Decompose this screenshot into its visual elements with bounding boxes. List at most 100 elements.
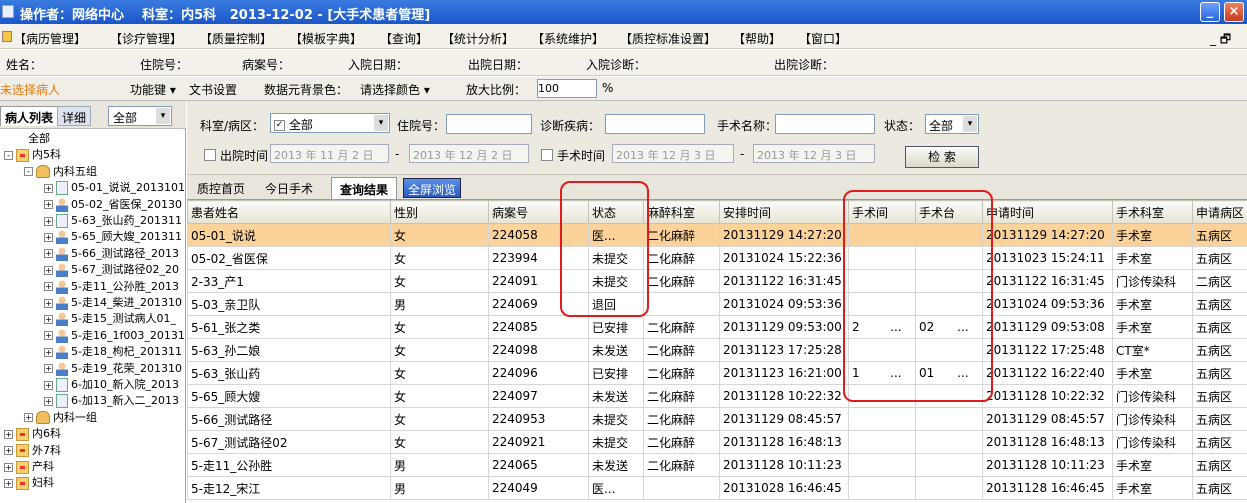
dept-select[interactable]: ✓ 全部 ▾ <box>270 113 390 133</box>
tree-node[interactable]: - 内科五组 <box>0 164 97 180</box>
doc-settings-button[interactable]: 文书设置 <box>189 81 237 98</box>
table-row[interactable]: 5-66_测试路径女 2240953 未提交 二化麻醉 20131129 08:45:5… <box>187 407 1247 431</box>
patient-filter-select[interactable]: 全部 ▾ <box>108 106 172 126</box>
surgery-name-input[interactable] <box>775 114 875 134</box>
expand-icon[interactable]: + <box>44 183 53 193</box>
column-header[interactable]: 申请病区 <box>1192 200 1247 224</box>
table-row[interactable]: 5-03_亲卫队男 224069 退回 20131024 09:53:36 201310… <box>187 292 1247 316</box>
menu-help[interactable]: 【帮助】 <box>733 30 781 47</box>
expand-icon[interactable]: + <box>4 478 13 488</box>
tree-node[interactable]: 全部 <box>0 131 50 147</box>
table-row[interactable]: 5-61_张之类女 224085 已安排 二化麻醉 20131129 09:53:00 2… <box>187 315 1247 339</box>
tree-node[interactable]: + 产科 <box>0 459 54 475</box>
tree-node[interactable]: +6-加10_新入院_2013 <box>0 377 179 393</box>
menu-diagnosis[interactable]: 【诊疗管理】 <box>110 30 182 47</box>
tab-qc-home[interactable]: 质控首页 <box>189 177 253 199</box>
column-header[interactable]: 麻醉科室 <box>643 200 720 224</box>
search-button[interactable]: 检 索 <box>905 146 979 168</box>
expand-icon[interactable]: + <box>24 413 33 423</box>
expand-icon[interactable]: + <box>44 396 53 406</box>
table-row[interactable]: 5-65_顾大嫂女 224097 未发送 二化麻醉 20131128 10:22:32 2… <box>187 384 1247 408</box>
tree-node[interactable]: +05-02_省医保_20130 <box>0 197 182 213</box>
tree-node[interactable]: +05-01_说说_2013101 <box>0 180 184 196</box>
expand-icon[interactable]: + <box>4 446 13 456</box>
expand-icon[interactable]: + <box>44 331 53 341</box>
minimize-button[interactable]: _ <box>1200 2 1220 22</box>
table-cell: 20131024 09:53:36 <box>719 292 849 316</box>
column-header[interactable]: 申请时间 <box>982 200 1113 224</box>
table-row[interactable]: 05-01_说说女 224058 医... 二化麻醉 20131129 14:27:20… <box>187 223 1247 247</box>
tree-node[interactable]: + 内6科 <box>0 426 61 442</box>
mdi-controls[interactable]: _ 🗗 <box>1210 30 1231 51</box>
column-header[interactable]: 性别 <box>390 200 489 224</box>
expand-icon[interactable]: + <box>4 462 13 472</box>
menu-medical-record[interactable]: 【病历管理】 <box>14 30 86 47</box>
patient-icon <box>56 361 68 376</box>
tree-node[interactable]: +5-走19_花荣_201310 <box>0 361 182 377</box>
discharge-time-checkbox[interactable] <box>204 149 216 161</box>
close-button[interactable]: × <box>1224 2 1244 22</box>
expand-icon[interactable]: + <box>44 347 53 357</box>
tree-node[interactable]: +5-66_测试路径_2013 <box>0 246 179 262</box>
surgery-time-checkbox[interactable] <box>541 149 553 161</box>
tree-node[interactable]: +5-走18_枸杞_201311 <box>0 344 182 360</box>
tree-node[interactable]: - 内5科 <box>0 147 61 163</box>
expand-icon[interactable]: + <box>44 216 53 226</box>
fullscreen-button[interactable]: 全屏浏览 <box>403 178 462 198</box>
expand-icon[interactable]: + <box>44 249 53 259</box>
function-key-button[interactable]: 功能键 ▾ <box>130 81 176 98</box>
inpatient-no-input[interactable] <box>446 114 532 134</box>
expand-icon[interactable]: + <box>44 282 53 292</box>
tree-node[interactable]: + 妇科 <box>0 475 54 491</box>
tree-node[interactable]: +5-走15_测试病人01_ <box>0 311 176 327</box>
tree-node[interactable]: +5-走11_公孙胜_2013 <box>0 279 179 295</box>
tree-node[interactable]: +5-走16_1f003_20131 <box>0 328 184 344</box>
table-row[interactable]: 5-63_张山药女 224096 已安排 二化麻醉 20131123 16:21:00 1… <box>187 361 1247 385</box>
bg-color-select[interactable]: 请选择颜色 ▾ <box>360 81 430 98</box>
tab-query-results[interactable]: 查询结果 <box>331 177 398 199</box>
surgery-to-date[interactable]: 2013 年 12 月 3 日 <box>753 144 875 163</box>
column-header[interactable]: 安排时间 <box>719 200 849 224</box>
tree-node[interactable]: + 内科一组 <box>0 410 97 426</box>
status-select[interactable]: 全部 ▾ <box>925 114 979 134</box>
diagnosis-input[interactable] <box>605 114 705 134</box>
expand-icon[interactable]: + <box>44 298 53 308</box>
table-row[interactable]: 5-走12_宋江男 224049 医... 20131028 16:46:45 2013… <box>187 476 1247 500</box>
collapse-icon[interactable]: - <box>24 167 33 177</box>
menu-window[interactable]: 【窗口】 <box>799 30 847 47</box>
table-row[interactable]: 5-63_孙二娘女 224098 未发送 二化麻醉 20131123 17:25:28 2… <box>187 338 1247 362</box>
column-header[interactable]: 患者姓名 <box>187 200 391 224</box>
tree-node[interactable]: +5-走14_柴进_201310 <box>0 295 182 311</box>
tree-node[interactable]: +5-67_测试路径02_20 <box>0 262 179 278</box>
menu-maintenance[interactable]: 【系统维护】 <box>532 30 604 47</box>
tab-patient-list[interactable]: 病人列表 <box>0 106 59 126</box>
menu-query[interactable]: 【查询】 <box>380 30 428 47</box>
tree-node[interactable]: + 外7科 <box>0 443 61 459</box>
tab-today-surgery[interactable]: 今日手术 <box>257 177 321 199</box>
tree-node[interactable]: +6-加13_新入二_2013 <box>0 393 179 409</box>
table-row[interactable]: 5-走11_公孙胜男 224065 未发送 二化麻醉 20131128 10:11:23… <box>187 453 1247 477</box>
menu-qc-standard[interactable]: 【质控标准设置】 <box>620 30 716 47</box>
table-row[interactable]: 5-67_测试路径02 女 2240921 未提交 二化麻醉 20131128 16:48… <box>187 430 1247 454</box>
expand-icon[interactable]: + <box>44 200 53 210</box>
column-header[interactable]: 手术科室 <box>1112 200 1193 224</box>
surgery-from-date[interactable]: 2013 年 12 月 3 日 <box>612 144 734 163</box>
tree-node[interactable]: +5-63_张山药_201311 <box>0 213 182 229</box>
tab-detail[interactable]: 详细 <box>57 106 92 126</box>
expand-icon[interactable]: + <box>44 364 53 374</box>
table-row[interactable]: 05-02_省医保女 223994 未提交 二化麻醉 20131024 15:22:36… <box>187 246 1247 270</box>
expand-icon[interactable]: + <box>44 380 53 390</box>
discharge-to-date[interactable]: 2013 年 12 月 2 日 <box>409 144 529 163</box>
zoom-input[interactable] <box>537 79 597 98</box>
menu-quality[interactable]: 【质量控制】 <box>200 30 272 47</box>
expand-icon[interactable]: + <box>4 429 13 439</box>
menu-template[interactable]: 【模板字典】 <box>290 30 362 47</box>
table-row[interactable]: 2-33_产1 女 224091 未提交 二化麻醉 20131122 16:31:45 20… <box>187 269 1247 293</box>
menu-statistics[interactable]: 【统计分析】 <box>442 30 514 47</box>
collapse-icon[interactable]: - <box>4 150 13 160</box>
expand-icon[interactable]: + <box>44 314 53 324</box>
expand-icon[interactable]: + <box>44 232 53 242</box>
expand-icon[interactable]: + <box>44 265 53 275</box>
tree-node[interactable]: +5-65_顾大嫂_201311 <box>0 229 182 245</box>
discharge-from-date[interactable]: 2013 年 11 月 2 日 <box>270 144 389 163</box>
